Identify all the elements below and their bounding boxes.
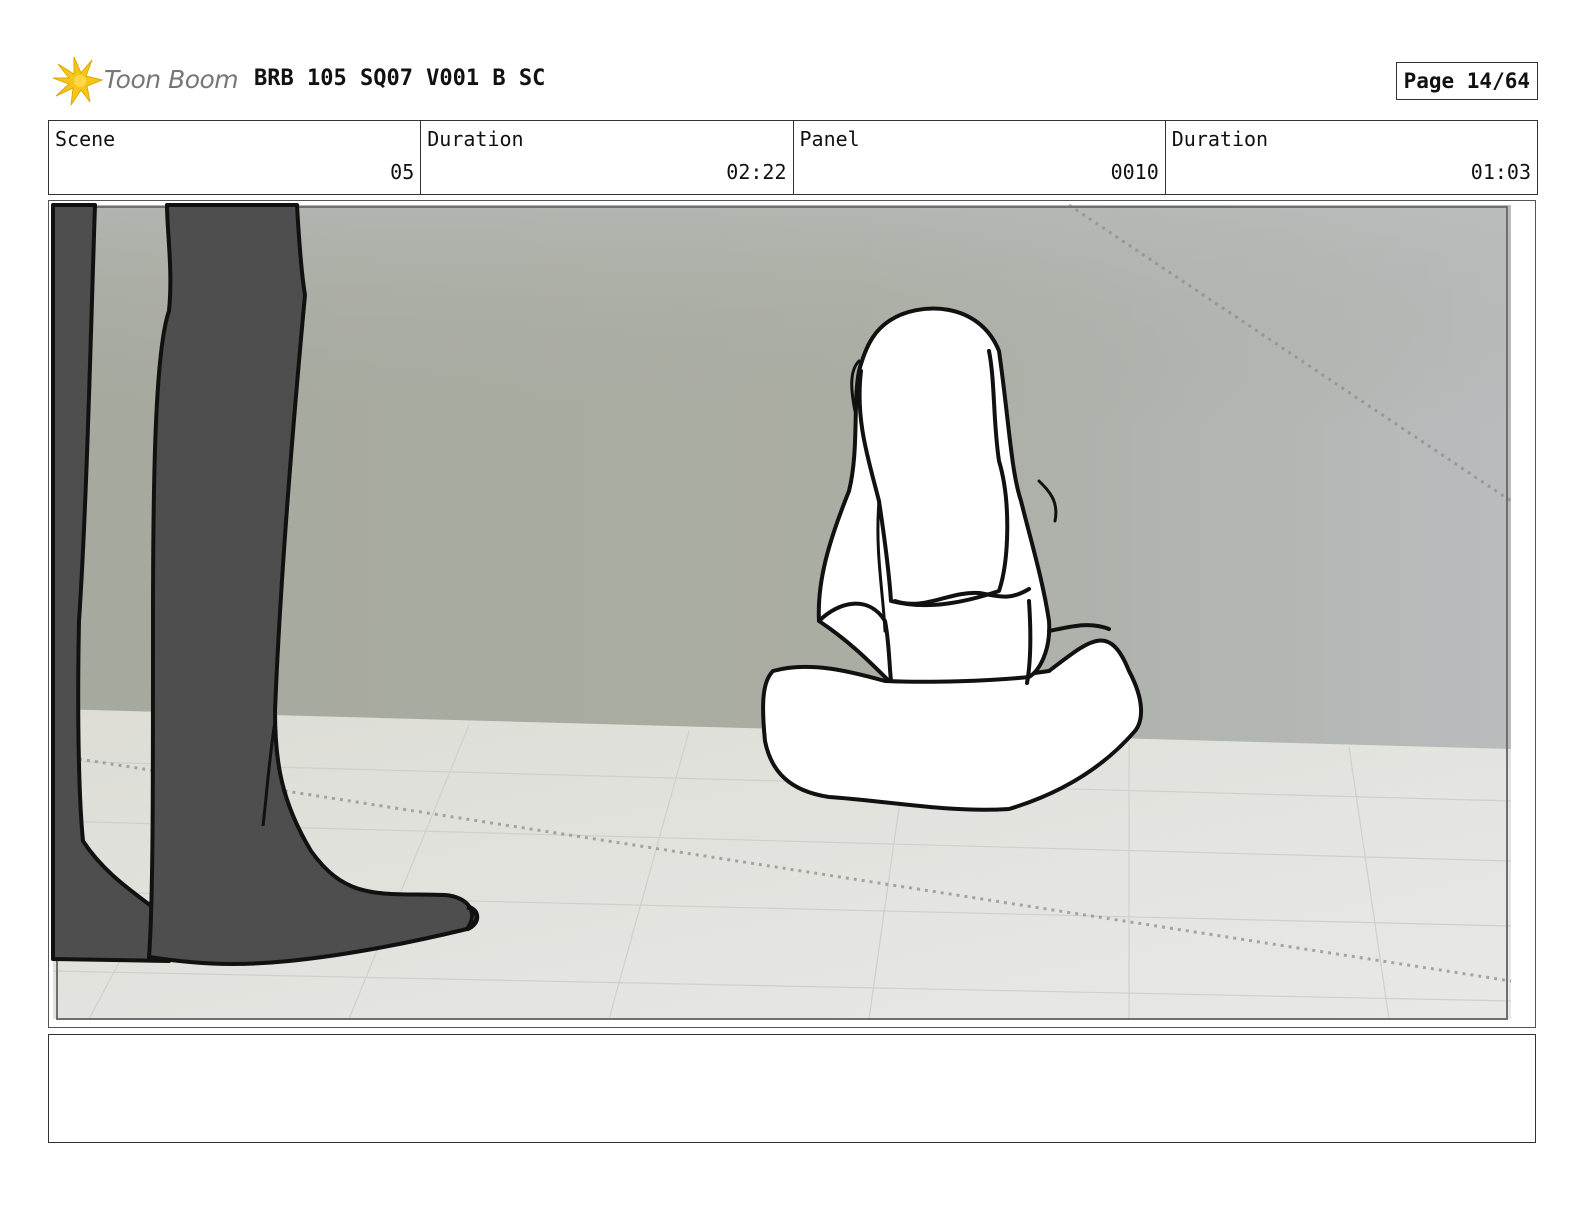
toon-boom-starburst-icon xyxy=(52,56,104,106)
panel-duration-cell: Duration 01:03 xyxy=(1164,121,1537,194)
scene-label: Scene xyxy=(55,127,116,151)
toon-boom-logo: Toon Boom xyxy=(52,56,242,106)
panel-info-table: Scene 05 Duration 02:22 Panel 0010 Durat… xyxy=(48,120,1538,195)
document-title: BRB 105 SQ07 V001 B SC xyxy=(254,66,546,91)
scene-duration-cell: Duration 02:22 xyxy=(420,121,792,194)
scene-cell: Scene 05 xyxy=(49,121,420,194)
storyboard-drawing xyxy=(51,203,1512,1020)
panel-notes-box xyxy=(48,1034,1536,1143)
panel-duration-label: Duration xyxy=(1171,127,1269,151)
panel-duration-value: 01:03 xyxy=(1470,160,1531,184)
logo-wordmark: Toon Boom xyxy=(104,65,239,94)
scene-value: 05 xyxy=(390,160,415,184)
page-indicator: Page 14/64 xyxy=(1395,62,1538,100)
panel-cell: Panel 0010 xyxy=(792,121,1165,194)
scene-duration-value: 02:22 xyxy=(726,160,787,184)
panel-value: 0010 xyxy=(1110,160,1159,184)
scene-duration-label: Duration xyxy=(427,127,524,151)
panel-label: Panel xyxy=(799,127,860,151)
storyboard-panel xyxy=(48,200,1536,1028)
page-header: Toon Boom BRB 105 SQ07 V001 B SC Page 14… xyxy=(52,56,1538,106)
